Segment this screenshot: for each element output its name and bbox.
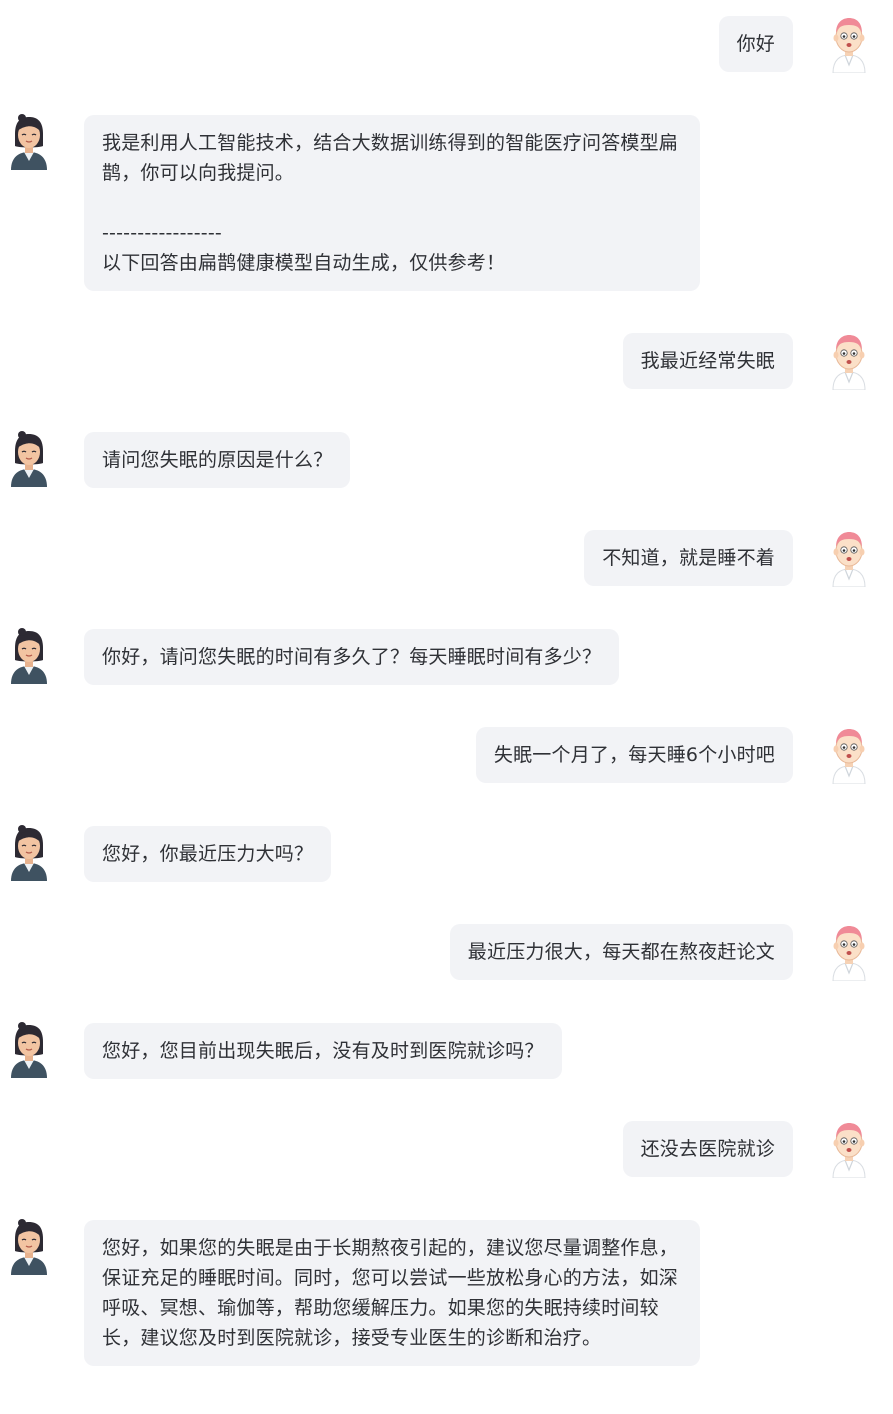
user-avatar-icon [827, 332, 871, 390]
bot-avatar-icon [7, 112, 51, 170]
bot-avatar-icon [7, 1217, 51, 1275]
user-message-bubble: 最近压力很大，每天都在熬夜赶论文 [449, 924, 793, 980]
user-message-bubble: 失眠一个月了，每天睡6个小时吧 [475, 727, 793, 783]
bot-avatar-icon [7, 429, 51, 487]
user-avatar-icon [827, 1120, 871, 1178]
user-avatar-icon [827, 529, 871, 587]
user-avatar-icon [827, 15, 871, 73]
bot-message-bubble: 你好，请问您失眠的时间有多久了？每天睡眠时间有多少？ [84, 629, 620, 685]
bot-message-bubble: 您好，如果您的失眠是由于长期熬夜引起的，建议您尽量调整作息，保证充足的睡眠时间。… [84, 1220, 700, 1366]
bot-message-bubble: 请问您失眠的原因是什么？ [84, 432, 351, 488]
user-message-bubble: 你好 [718, 16, 793, 72]
user-avatar-icon [827, 923, 871, 981]
user-message-bubble: 不知道，就是睡不着 [584, 530, 793, 586]
bot-message-bubble: 您好，你最近压力大吗？ [84, 826, 332, 882]
bot-avatar-icon [7, 1020, 51, 1078]
bot-avatar-icon [7, 626, 51, 684]
user-avatar-icon [827, 726, 871, 784]
bot-message-bubble: 您好，您目前出现失眠后，没有及时到医院就诊吗？ [84, 1023, 562, 1079]
user-message-bubble: 还没去医院就诊 [622, 1121, 793, 1177]
user-message-bubble: 我最近经常失眠 [622, 333, 793, 389]
bot-avatar-icon [7, 823, 51, 881]
bot-message-bubble: 我是利用人工智能技术，结合大数据训练得到的智能医疗问答模型扁鹊，你可以向我提问。… [84, 115, 700, 291]
